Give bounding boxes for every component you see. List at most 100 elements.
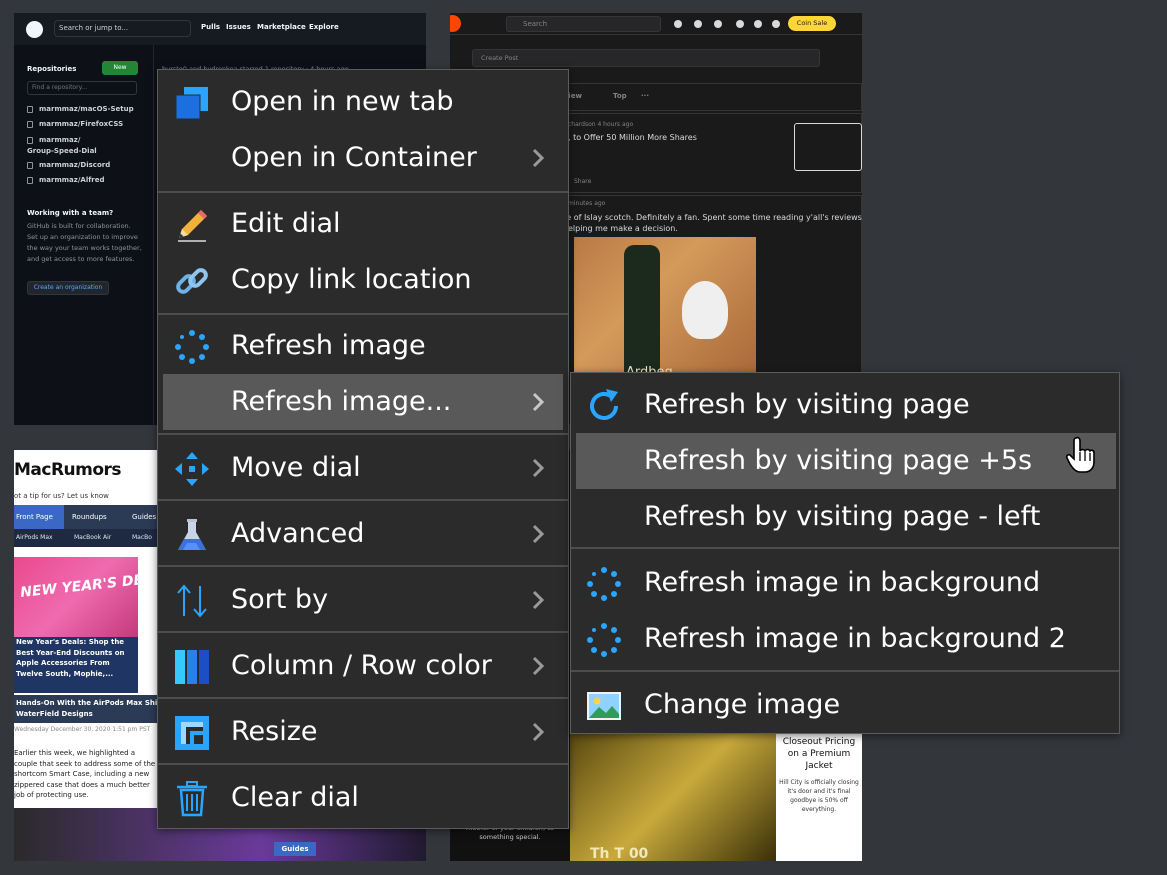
menu-item-sort-by[interactable]: Sort by	[158, 572, 568, 628]
macrumors-article-headline: New Year's Deals: Shop the Best Year-End…	[16, 638, 125, 678]
menu-item-label: Column / Row color	[231, 650, 492, 681]
macrumors-logo: MacRumors	[14, 460, 122, 480]
github-repo-item: marmmaz/	[39, 136, 81, 144]
menu-item-refresh-image-submenu[interactable]: Refresh image...	[163, 374, 563, 430]
github-new-button: New	[102, 61, 138, 75]
reddit-post-title: , to Offer 50 Million More Shares	[568, 133, 697, 142]
repo-icon	[27, 137, 33, 144]
submenu-item-refresh-by-visiting-page[interactable]: Refresh by visiting page	[571, 377, 1119, 433]
flask-icon	[178, 519, 206, 550]
menu-divider	[158, 697, 568, 699]
github-create-org-button: Create an organization	[27, 281, 109, 295]
menu-divider	[158, 499, 568, 501]
github-nav-issues: Issues	[226, 23, 251, 31]
link-thumbnail	[794, 123, 862, 171]
menu-item-label: Clear dial	[231, 782, 359, 813]
shop-promo-heading: Closeout Pricing on a Premium Jacket	[782, 737, 856, 771]
submenu-item-refresh-by-visiting-page-left[interactable]: Refresh by visiting page - left	[571, 489, 1119, 545]
resize-icon	[175, 716, 209, 750]
menu-item-refresh-image[interactable]: Refresh image	[158, 318, 568, 374]
spinner-icon	[175, 330, 209, 364]
menu-item-open-in-container[interactable]: Open in Container	[158, 130, 568, 186]
reddit-tab-more: ···	[641, 92, 649, 100]
menu-item-move-dial[interactable]: Move dial	[158, 440, 568, 496]
reddit-post-title: le of Islay scotch. Definitely a fan. Sp…	[564, 213, 862, 222]
github-team-text: GitHub is built for collaboration. Set u…	[27, 222, 142, 263]
menu-item-open-in-new-tab[interactable]: Open in new tab	[158, 74, 568, 130]
menu-divider	[571, 547, 1119, 549]
github-repositories-heading: Repositories	[27, 65, 77, 73]
refresh-image-submenu: Refresh by visiting page Refresh by visi…	[570, 372, 1120, 734]
submenu-item-refresh-image-in-background[interactable]: Refresh image in background	[571, 555, 1119, 611]
submenu-item-label: Refresh image in background 2	[644, 623, 1066, 654]
submenu-item-label: Refresh by visiting page +5s	[644, 445, 1033, 476]
repo-icon	[27, 162, 33, 169]
chevron-right-icon	[532, 148, 545, 168]
macrumors-tip-line: ot a tip for us? Let us know	[14, 492, 109, 500]
reddit-post-meta: minutes ago	[568, 200, 606, 207]
macrumors-subnav-item: MacBook Air	[74, 534, 112, 541]
chat-icon	[736, 20, 744, 28]
macrumors-subnav-item: AirPods Max	[16, 534, 53, 541]
menu-divider	[158, 313, 568, 315]
macrumors-subnav-item: MacBo	[132, 534, 152, 541]
dial-context-menu: Open in new tab Open in Container Edit d…	[157, 69, 569, 829]
submenu-item-label: Change image	[644, 689, 841, 720]
color-columns-icon	[175, 650, 209, 684]
macrumors-nav-roundups: Roundups	[72, 513, 107, 521]
chevron-right-icon	[532, 590, 545, 610]
shop-product-image	[570, 734, 776, 861]
github-repo-item: marmmaz/Alfred	[39, 176, 105, 184]
shop-promo-text: Hill City is officially closing it's doo…	[779, 779, 859, 813]
submenu-item-label: Refresh by visiting page	[644, 389, 970, 420]
reddit-create-post-bar: Create Post	[450, 47, 862, 69]
chevron-right-icon	[532, 458, 545, 478]
menu-divider	[158, 631, 568, 633]
move-arrows-icon	[175, 452, 209, 486]
menu-item-label: Open in Container	[231, 142, 477, 173]
menu-item-copy-link-location[interactable]: Copy link location	[158, 252, 568, 308]
submenu-item-refresh-by-visiting-page-5s[interactable]: Refresh by visiting page +5s	[576, 433, 1116, 489]
macrumors-nav-guides: Guides	[132, 513, 157, 521]
menu-item-label: Refresh image...	[231, 386, 452, 417]
reddit-post-title: elping me make a decision.	[568, 224, 678, 233]
macrumors-article-body: Earlier this week, we highlighted a coup…	[14, 749, 156, 799]
image-icon	[587, 692, 621, 720]
menu-item-column-row-color[interactable]: Column / Row color	[158, 638, 568, 694]
reddit-coin-sale-button: Coin Sale	[788, 16, 836, 31]
cat-photo	[682, 281, 728, 339]
github-repo-item: marmmaz/macOS-Setup	[39, 105, 134, 113]
menu-item-label: Advanced	[231, 518, 365, 549]
menu-item-clear-dial[interactable]: Clear dial	[158, 770, 568, 826]
spinner-icon	[587, 567, 621, 601]
menu-item-label: Sort by	[231, 584, 329, 615]
reddit-tab-top: Top	[613, 92, 627, 100]
repo-icon	[27, 177, 33, 184]
chevron-right-icon	[532, 392, 545, 412]
chevron-right-icon	[532, 722, 545, 742]
menu-item-advanced[interactable]: Advanced	[158, 506, 568, 562]
sort-arrows-icon	[177, 584, 207, 618]
menu-item-label: Edit dial	[231, 208, 341, 239]
menu-item-label: Copy link location	[231, 264, 472, 295]
reddit-share-button: Share	[574, 178, 592, 185]
new-tab-icon	[175, 87, 208, 120]
stats-icon	[694, 20, 702, 28]
submenu-item-change-image[interactable]: Change image	[571, 677, 1119, 733]
menu-item-resize[interactable]: Resize	[158, 704, 568, 760]
menu-item-label: Open in new tab	[231, 86, 454, 117]
macrumors-article-date: Wednesday December 30, 2020 1:51 pm PST	[14, 726, 151, 733]
reddit-post-meta: chardson 4 hours ago	[568, 121, 634, 128]
menu-divider	[158, 763, 568, 765]
github-repo-item: marmmaz/FirefoxCSS	[39, 120, 124, 128]
menu-item-edit-dial[interactable]: Edit dial	[158, 196, 568, 252]
submenu-item-refresh-image-in-background-2[interactable]: Refresh image in background 2	[571, 611, 1119, 667]
github-repo-item: marmmaz/Discord	[39, 161, 111, 169]
github-find-repo-input: Find a repository...	[27, 81, 137, 95]
github-nav-marketplace: Marketplace	[257, 23, 306, 31]
chevron-right-icon	[532, 656, 545, 676]
github-nav-explore: Explore	[309, 23, 339, 31]
reddit-post-photo	[574, 237, 756, 377]
repo-icon	[27, 121, 33, 128]
menu-item-label: Resize	[231, 716, 318, 747]
